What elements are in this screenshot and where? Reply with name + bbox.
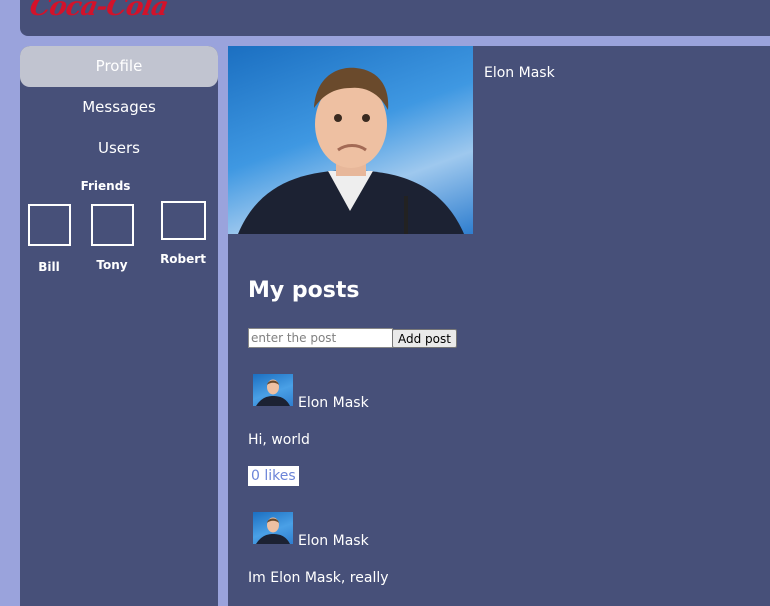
post-text: Im Elon Mask, really — [248, 570, 389, 586]
friend-name: Robert — [160, 252, 206, 266]
nav-item-messages[interactable]: Messages — [20, 87, 218, 128]
friend-avatar[interactable] — [160, 201, 206, 240]
person-avatar-icon — [256, 379, 290, 406]
post-author: Elon Mask — [298, 533, 369, 549]
header: Coca-Cola — [20, 0, 770, 36]
person-photo-icon — [238, 67, 464, 234]
friend-tony[interactable]: Tony — [82, 204, 142, 272]
main-content: Elon Mask My posts Add post Elon Mask Hi… — [228, 46, 770, 606]
friend-robert[interactable]: Robert — [153, 201, 213, 266]
nav-item-profile[interactable]: Profile — [20, 46, 218, 87]
post-text: Hi, world — [248, 432, 310, 448]
friend-avatar[interactable] — [27, 204, 71, 246]
sidebar: Profile Messages Users Friends Bill Tony… — [20, 46, 218, 606]
post-input[interactable] — [248, 328, 393, 348]
coca-cola-logo[interactable]: Coca-Cola — [27, 0, 170, 22]
nav-item-users[interactable]: Users — [20, 128, 218, 169]
post-item: Elon Mask Im Elon Mask, really — [248, 512, 748, 602]
likes-button[interactable]: 0 likes — [248, 466, 299, 486]
person-avatar-icon — [256, 517, 290, 544]
posts-title: My posts — [248, 278, 360, 303]
friend-name: Bill — [38, 260, 60, 274]
add-post-button[interactable]: Add post — [392, 329, 457, 348]
post-author: Elon Mask — [298, 395, 369, 411]
profile-photo — [228, 46, 473, 234]
friend-avatar[interactable] — [90, 204, 134, 246]
friend-bill[interactable]: Bill — [19, 204, 79, 274]
friend-name: Tony — [96, 258, 128, 272]
friends-title: Friends — [80, 179, 131, 193]
profile-name: Elon Mask — [484, 65, 555, 81]
post-avatar — [253, 374, 293, 406]
post-avatar — [253, 512, 293, 544]
post-item: Elon Mask Hi, world 0 likes — [248, 374, 748, 504]
